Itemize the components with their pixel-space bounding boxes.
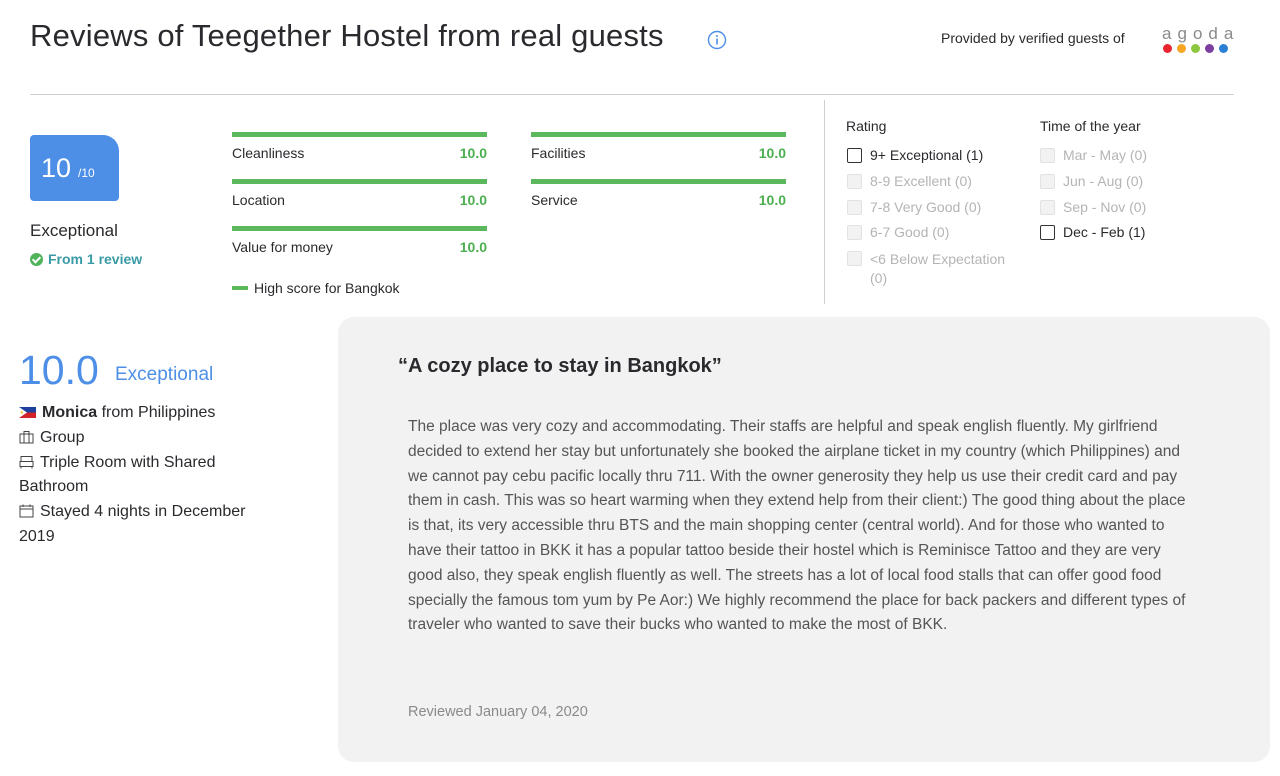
reviewer-origin: from Philippines xyxy=(101,404,216,421)
agoda-dot xyxy=(1205,44,1214,53)
subscore-label: Location xyxy=(232,192,285,208)
header-divider xyxy=(30,94,1234,95)
subscore-location: Location 10.0 xyxy=(232,179,487,208)
review-count-label: From 1 review xyxy=(48,251,143,267)
subscore-bar xyxy=(531,132,786,137)
score-text: Exceptional xyxy=(30,221,118,240)
filter-label: Mar - May (0) xyxy=(1063,147,1147,163)
subscore-label: Cleanliness xyxy=(232,145,305,161)
subscore-value-for-money: Value for money 10.0 xyxy=(232,226,487,255)
stay-line: Stayed 4 nights in December 2019 xyxy=(19,500,284,550)
review-body: The place was very cozy and accommodatin… xyxy=(408,418,1186,634)
rating-filter-9plus[interactable]: 9+ Exceptional (1) xyxy=(847,147,983,163)
room-type-line: Triple Room with Shared Bathroom xyxy=(19,451,284,501)
page-title: Reviews of Teegether Hostel from real gu… xyxy=(30,18,664,53)
checkbox xyxy=(847,200,862,215)
subscore-value: 10.0 xyxy=(459,192,487,208)
score-legend: High score for Bangkok xyxy=(232,280,400,296)
checkbox xyxy=(1040,200,1055,215)
time-filter-mar-may: Mar - May (0) xyxy=(1040,147,1147,163)
subscore-label: Facilities xyxy=(531,145,586,161)
subscore-value: 10.0 xyxy=(758,145,786,161)
review-score: 10.0 xyxy=(19,347,99,393)
subscore-cleanliness: Cleanliness 10.0 xyxy=(232,132,487,161)
check-circle-icon xyxy=(30,252,43,266)
checkbox xyxy=(847,251,862,266)
score-badge-value: 10 xyxy=(41,153,72,183)
philippines-flag-icon xyxy=(19,407,36,418)
calendar-icon xyxy=(19,504,34,518)
filter-label: 9+ Exceptional (1) xyxy=(870,147,984,163)
subscore-value: 10.0 xyxy=(459,145,487,161)
agoda-letter: o xyxy=(1192,24,1204,43)
rating-filter-7-8: 7-8 Very Good (0) xyxy=(847,199,981,215)
subscore-value: 10.0 xyxy=(758,192,786,208)
rating-filter-title: Rating xyxy=(846,118,887,134)
agoda-letter: g xyxy=(1177,24,1188,43)
subscore-bar xyxy=(531,179,786,184)
time-filter-title: Time of the year xyxy=(1040,118,1141,134)
reviewer-info: Monica from Philippines Group Triple Roo… xyxy=(19,401,284,550)
review-score-label: Exceptional xyxy=(115,364,214,385)
subscore-facilities: Facilities 10.0 xyxy=(531,132,786,161)
rating-filter-8-9: 8-9 Excellent (0) xyxy=(847,173,972,189)
review-count-link[interactable]: From 1 review xyxy=(30,251,142,267)
checkbox xyxy=(847,225,862,240)
traveler-type-line: Group xyxy=(19,426,284,451)
checkbox[interactable] xyxy=(847,148,862,163)
rating-filter-below-6: <6 Below Expectation (0) xyxy=(847,250,1027,288)
stay-details: Stayed 4 nights in December 2019 xyxy=(19,503,246,545)
reviewer-line: Monica from Philippines xyxy=(19,401,284,426)
filter-label: Dec - Feb (1) xyxy=(1063,224,1146,240)
rating-filter-6-7: 6-7 Good (0) xyxy=(847,224,949,240)
subscore-bar xyxy=(232,132,487,137)
time-filter-dec-feb[interactable]: Dec - Feb (1) xyxy=(1040,224,1145,240)
agoda-dot xyxy=(1219,44,1228,53)
subscore-label: Value for money xyxy=(232,239,333,255)
filter-divider xyxy=(824,100,825,304)
legend-swatch xyxy=(232,286,248,290)
time-filter-sep-nov: Sep - Nov (0) xyxy=(1040,199,1146,215)
score-badge: 10 /10 xyxy=(30,135,119,201)
checkbox xyxy=(1040,148,1055,163)
time-filter-jun-aug: Jun - Aug (0) xyxy=(1040,173,1143,189)
subscore-value: 10.0 xyxy=(459,239,487,255)
agoda-letter: a xyxy=(1223,24,1235,43)
subscore-service: Service 10.0 xyxy=(531,179,786,208)
agoda-letter: a xyxy=(1162,24,1173,43)
score-badge-max: /10 xyxy=(78,166,95,180)
agoda-dot xyxy=(1163,44,1172,53)
bed-icon xyxy=(19,455,34,469)
legend-label: High score for Bangkok xyxy=(254,280,400,296)
review-title: “A cozy place to stay in Bangkok” xyxy=(398,355,722,377)
filter-label: 7-8 Very Good (0) xyxy=(870,199,982,215)
checkbox[interactable] xyxy=(1040,225,1055,240)
filter-label: 6-7 Good (0) xyxy=(870,224,950,240)
review-date: Reviewed January 04, 2020 xyxy=(408,704,588,720)
filter-label: 8-9 Excellent (0) xyxy=(870,173,972,189)
room-type: Triple Room with Shared Bathroom xyxy=(19,453,216,496)
filter-label: Jun - Aug (0) xyxy=(1063,173,1144,189)
provided-by-text: Provided by verified guests of xyxy=(941,30,1125,46)
agoda-dot xyxy=(1177,44,1186,53)
agoda-logo: agoda xyxy=(1162,24,1236,56)
agoda-letter: d xyxy=(1208,24,1219,43)
info-icon[interactable] xyxy=(707,30,727,50)
filter-label: Sep - Nov (0) xyxy=(1063,199,1147,215)
subscore-label: Service xyxy=(531,192,578,208)
traveler-type: Group xyxy=(40,428,85,446)
checkbox xyxy=(1040,174,1055,189)
reviewer-name: Monica xyxy=(42,404,98,421)
filter-label: <6 Below Expectation (0) xyxy=(870,251,1006,286)
checkbox xyxy=(847,174,862,189)
subscore-bar xyxy=(232,226,487,231)
subscore-bar xyxy=(232,179,487,184)
briefcase-icon xyxy=(19,430,34,444)
agoda-dot xyxy=(1191,44,1200,53)
